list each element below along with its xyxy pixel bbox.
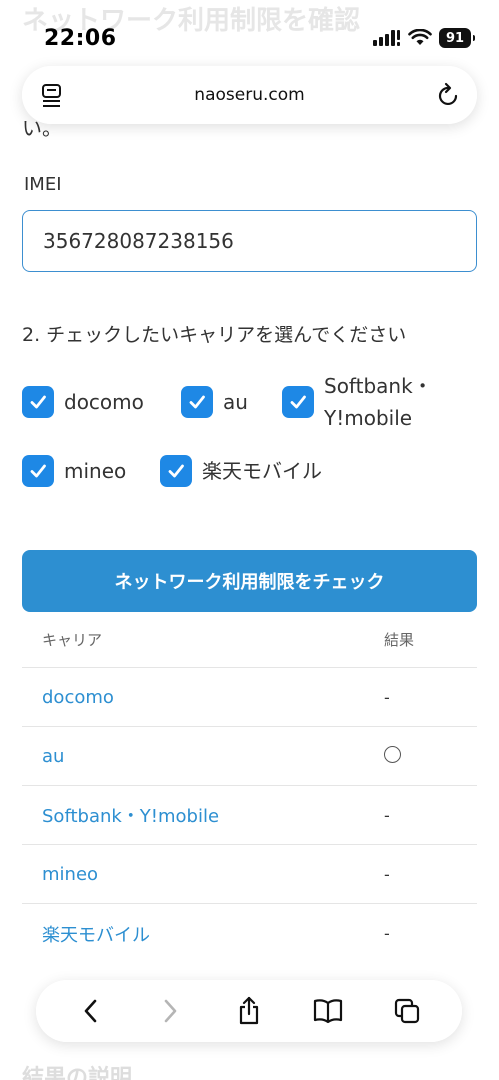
checkmark-icon bbox=[290, 395, 306, 409]
reader-icon[interactable] bbox=[40, 83, 64, 109]
check-network-restriction-button[interactable]: ネットワーク利用制限をチェック bbox=[22, 550, 477, 612]
back-icon bbox=[85, 999, 97, 1023]
table-header-row: キャリア 結果 bbox=[22, 612, 477, 668]
checkbox-label-line1: Softbank・ bbox=[324, 374, 433, 398]
checkbox-label: au bbox=[223, 390, 248, 414]
tabs-icon bbox=[394, 998, 419, 1024]
carrier-checkbox-rakuten[interactable]: 楽天モバイル bbox=[160, 455, 322, 487]
carrier-link[interactable]: Softbank・Y!mobile bbox=[22, 802, 364, 828]
reload-icon[interactable] bbox=[437, 82, 461, 108]
url-text[interactable]: naoseru.com bbox=[194, 85, 304, 105]
battery-icon: 91 bbox=[439, 28, 475, 48]
status-time: 22:06 bbox=[44, 26, 117, 51]
cellular-signal-icon bbox=[373, 30, 400, 46]
imei-label: IMEI bbox=[24, 174, 62, 195]
checkmark-icon bbox=[168, 464, 184, 478]
bookmarks-icon bbox=[313, 999, 342, 1024]
forward-icon bbox=[164, 999, 177, 1023]
table-row: au bbox=[22, 727, 477, 786]
checkbox-label-group: Softbank・ Y!mobile bbox=[314, 370, 433, 434]
carrier-link[interactable]: mineo bbox=[22, 864, 364, 885]
checkbox-checked[interactable] bbox=[181, 386, 213, 418]
wifi-icon bbox=[408, 29, 432, 45]
table-row: mineo - bbox=[22, 845, 477, 904]
browser-toolbar bbox=[36, 980, 462, 1042]
checkbox-checked[interactable] bbox=[22, 386, 54, 418]
carrier-checkbox-mineo[interactable]: mineo bbox=[22, 455, 126, 487]
section-heading-below: 結果の説明 bbox=[22, 1066, 133, 1080]
forward-button[interactable] bbox=[150, 991, 190, 1031]
checkbox-label-line2: Y!mobile bbox=[324, 406, 413, 430]
share-icon bbox=[239, 996, 259, 1025]
share-button[interactable] bbox=[229, 991, 269, 1031]
carrier-checkbox-docomo[interactable]: docomo bbox=[22, 386, 144, 418]
checkmark-icon bbox=[189, 395, 205, 409]
tabs-button[interactable] bbox=[387, 991, 427, 1031]
column-header-result: 結果 bbox=[384, 631, 415, 649]
carrier-step-heading: 2. チェックしたいキャリアを選んでください bbox=[22, 324, 407, 346]
carrier-link[interactable]: 楽天モバイル bbox=[22, 921, 364, 947]
checkmark-icon bbox=[30, 395, 46, 409]
carrier-checkbox-softbank[interactable]: Softbank・ Y!mobile bbox=[282, 370, 433, 434]
table-row: 楽天モバイル - bbox=[22, 904, 477, 963]
checkbox-label: 楽天モバイル bbox=[202, 459, 322, 483]
status-icons: 91 bbox=[373, 28, 475, 48]
result-ok-icon bbox=[384, 745, 401, 763]
carrier-link[interactable]: docomo bbox=[22, 687, 364, 708]
checkbox-checked[interactable] bbox=[22, 455, 54, 487]
carrier-link[interactable]: au bbox=[22, 746, 364, 767]
carrier-checkbox-au[interactable]: au bbox=[181, 386, 248, 418]
column-header-carrier: キャリア bbox=[42, 631, 103, 649]
checkbox-label: docomo bbox=[64, 390, 144, 414]
result-value bbox=[364, 745, 477, 767]
checkbox-checked[interactable] bbox=[160, 455, 192, 487]
result-value: - bbox=[384, 924, 390, 943]
checkbox-label: mineo bbox=[64, 459, 127, 483]
checkbox-checked[interactable] bbox=[282, 386, 314, 418]
results-table: キャリア 結果 docomo - au Softbank・Y!mobile - … bbox=[22, 612, 477, 963]
back-button[interactable] bbox=[71, 991, 111, 1031]
checkmark-icon bbox=[30, 464, 46, 478]
status-bar: 22:06 91 bbox=[0, 0, 499, 62]
result-value: - bbox=[384, 687, 390, 707]
table-row: docomo - bbox=[22, 668, 477, 727]
table-row: Softbank・Y!mobile - bbox=[22, 786, 477, 845]
bookmarks-button[interactable] bbox=[308, 991, 348, 1031]
result-value: - bbox=[384, 805, 390, 825]
imei-input[interactable] bbox=[22, 210, 477, 272]
result-value: - bbox=[384, 864, 390, 884]
address-bar[interactable]: naoseru.com bbox=[22, 66, 477, 124]
